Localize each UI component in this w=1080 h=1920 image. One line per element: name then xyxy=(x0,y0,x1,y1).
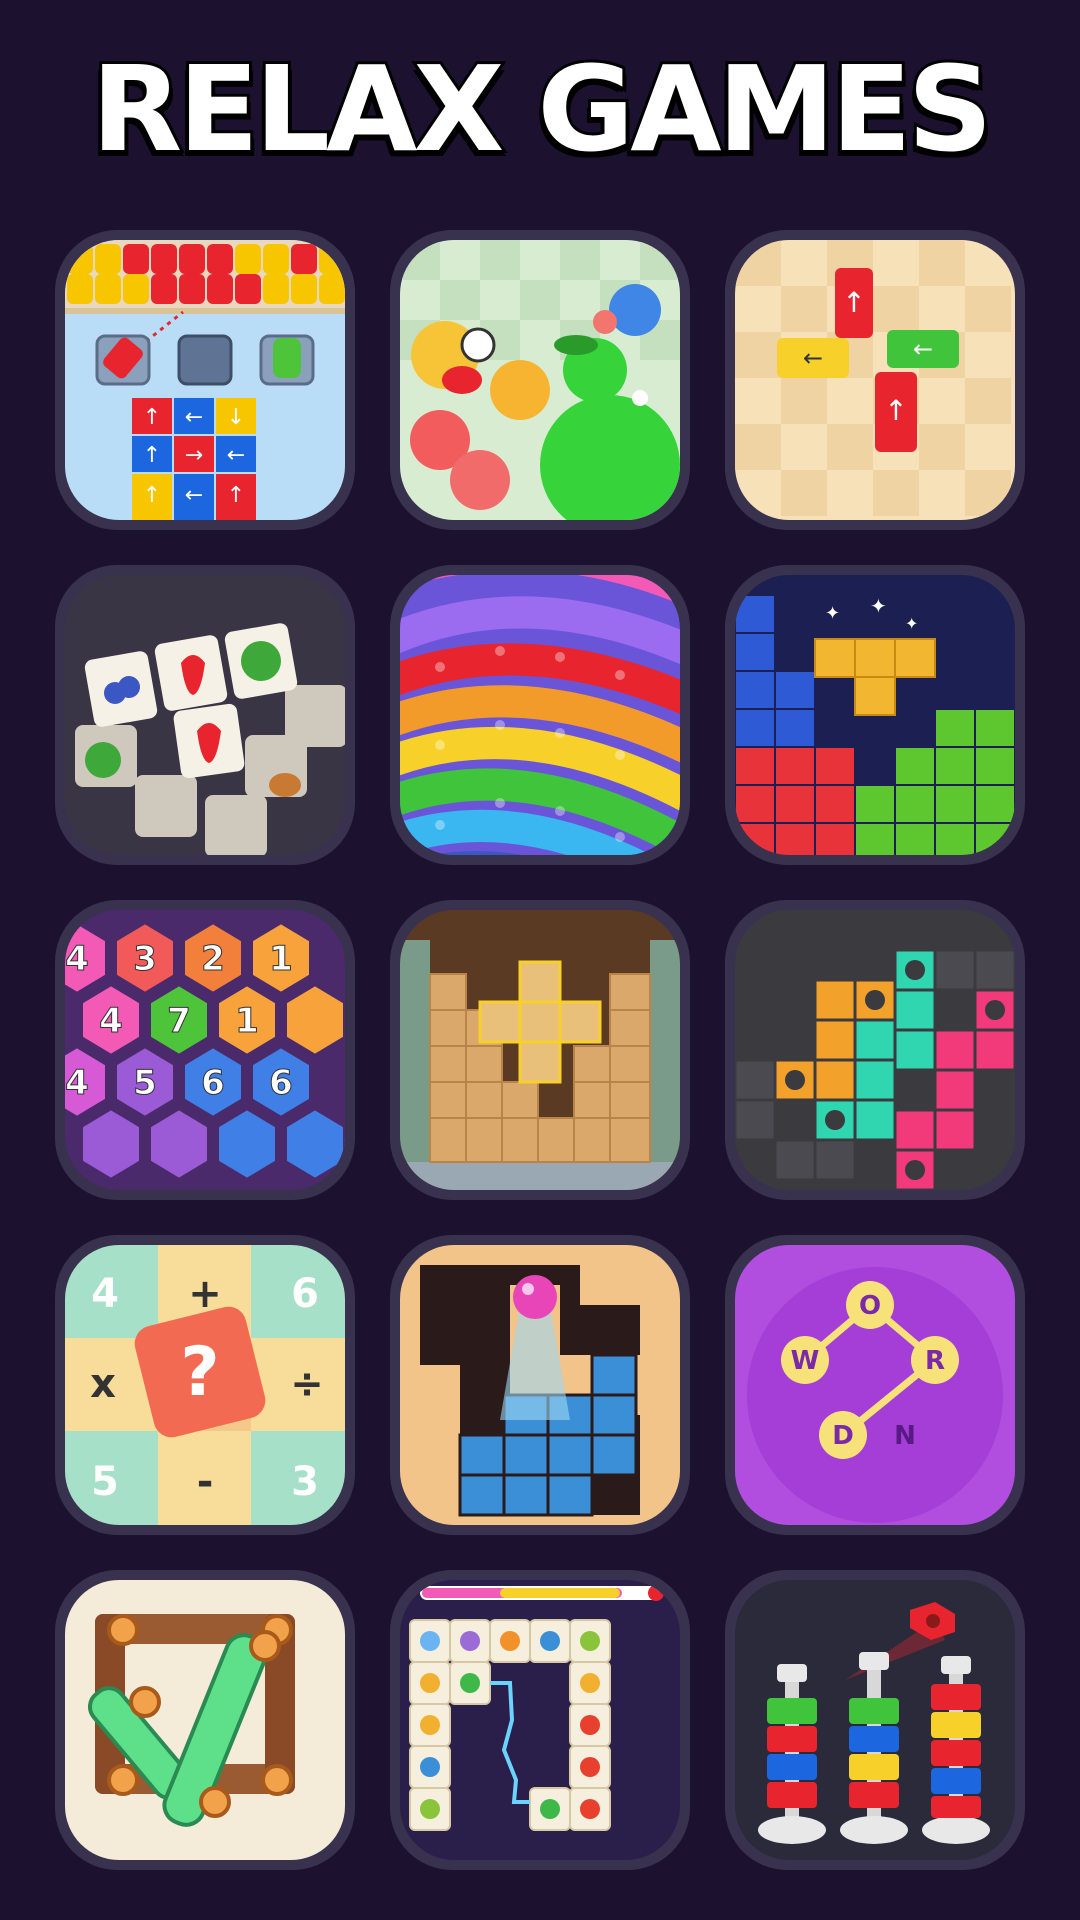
hex-number: 1 xyxy=(235,1001,259,1041)
svg-text:←: ← xyxy=(227,443,245,468)
svg-text:←: ← xyxy=(185,483,203,508)
svg-text:←: ← xyxy=(803,344,823,372)
ball-drop-maze-icon xyxy=(400,1245,680,1525)
word-letter: R xyxy=(925,1346,945,1376)
pipe-connect-icon xyxy=(735,910,1015,1190)
game-tile-animal-merge[interactable] xyxy=(390,230,690,530)
svg-text:✦: ✦ xyxy=(825,603,840,624)
math-symbol: 4 xyxy=(91,1271,119,1317)
math-symbol: 3 xyxy=(291,1459,319,1505)
game-tile-hex-merge[interactable]: 4 3 2 1 4 7 1 4 5 6 6 xyxy=(55,900,355,1200)
block-puzzle-icon: ✦ ✦ ✦ xyxy=(735,575,1015,855)
hex-number: 6 xyxy=(201,1063,225,1103)
hex-number: 5 xyxy=(133,1063,157,1103)
rainbow-block-jam-icon xyxy=(400,575,680,855)
fruit-tile-match-icon xyxy=(65,575,345,855)
svg-text:→: → xyxy=(185,443,203,468)
math-symbol: 5 xyxy=(91,1459,119,1505)
svg-text:↑: ↑ xyxy=(842,286,865,319)
hex-number: 4 xyxy=(65,1063,89,1103)
hex-number: 4 xyxy=(65,939,89,979)
math-symbol: - xyxy=(197,1459,214,1505)
games-grid: ↑ ← ↓ ↑ → ← ↑ ← ↑ ↑ ← ← ↑ ✦ ✦ ✦ 4 3 2 1 … xyxy=(55,230,1025,1870)
game-tile-cannon[interactable]: ↑ ← ↓ ↑ → ← ↑ ← ↑ xyxy=(55,230,355,530)
game-tile-rainbow-blocks[interactable] xyxy=(390,565,690,865)
game-tile-math-puzzle[interactable]: 4 + 6 x ÷ 5 - 3 ? xyxy=(55,1235,355,1535)
animal-merge-icon xyxy=(400,240,680,520)
hex-number: 2 xyxy=(201,939,225,979)
game-tile-word-connect[interactable]: W O R D N xyxy=(725,1235,1025,1535)
game-tile-nuts-bolts[interactable] xyxy=(725,1570,1025,1870)
animal-tile-connect-icon xyxy=(400,1580,680,1860)
hexagon-number-merge-icon: 4 3 2 1 4 7 1 4 5 6 6 xyxy=(65,910,345,1190)
game-tile-wood-block[interactable] xyxy=(390,900,690,1200)
word-letter: D xyxy=(832,1421,854,1451)
word-letter: N xyxy=(894,1421,916,1451)
svg-text:↑: ↑ xyxy=(884,394,907,427)
game-tile-bus-escape[interactable]: ↑ ← ← ↑ xyxy=(725,230,1025,530)
nuts-bolts-sort-icon xyxy=(735,1580,1015,1860)
game-tile-wood-screw[interactable] xyxy=(55,1570,355,1870)
game-tile-fruit-match[interactable] xyxy=(55,565,355,865)
svg-text:↑: ↑ xyxy=(143,405,161,430)
math-symbol: ÷ xyxy=(290,1361,324,1407)
svg-text:↑: ↑ xyxy=(143,443,161,468)
app-screen: RELAX GAMES ↑ ← ↓ ↑ → ← ↑ ← ↑ ↑ ← ← ↑ ✦ … xyxy=(0,0,1080,1920)
svg-text:↓: ↓ xyxy=(227,405,245,430)
cannon-color-block-icon: ↑ ← ↓ ↑ → ← ↑ ← ↑ xyxy=(65,240,345,520)
math-question-mark: ? xyxy=(180,1333,219,1412)
word-letter: W xyxy=(791,1346,820,1376)
hex-number: 7 xyxy=(167,1001,191,1041)
page-title: RELAX GAMES xyxy=(88,37,995,181)
bus-traffic-escape-icon: ↑ ← ← ↑ xyxy=(735,240,1015,520)
game-tile-block-puzzle[interactable]: ✦ ✦ ✦ xyxy=(725,565,1025,865)
svg-text:✦: ✦ xyxy=(870,594,887,618)
game-tile-ball-drop[interactable] xyxy=(390,1235,690,1535)
game-tile-pipe-connect[interactable] xyxy=(725,900,1025,1200)
word-connect-icon: W O R D N xyxy=(735,1245,1015,1525)
svg-text:←: ← xyxy=(913,335,933,363)
hex-number: 3 xyxy=(133,939,157,979)
math-symbol: x xyxy=(90,1361,116,1407)
svg-text:✦: ✦ xyxy=(905,614,918,633)
hex-number: 4 xyxy=(99,1001,123,1041)
game-tile-animal-connect[interactable] xyxy=(390,1570,690,1870)
math-symbol: 6 xyxy=(291,1271,319,1317)
word-letter: O xyxy=(859,1291,881,1321)
svg-text:←: ← xyxy=(185,405,203,430)
wood-block-puzzle-icon xyxy=(400,910,680,1190)
math-puzzle-icon: 4 + 6 x ÷ 5 - 3 ? xyxy=(65,1245,345,1525)
hex-number: 6 xyxy=(269,1063,293,1103)
wood-screw-puzzle-icon xyxy=(65,1580,345,1860)
svg-text:↑: ↑ xyxy=(143,483,161,508)
hex-number: 1 xyxy=(269,939,293,979)
svg-text:↑: ↑ xyxy=(227,483,245,508)
